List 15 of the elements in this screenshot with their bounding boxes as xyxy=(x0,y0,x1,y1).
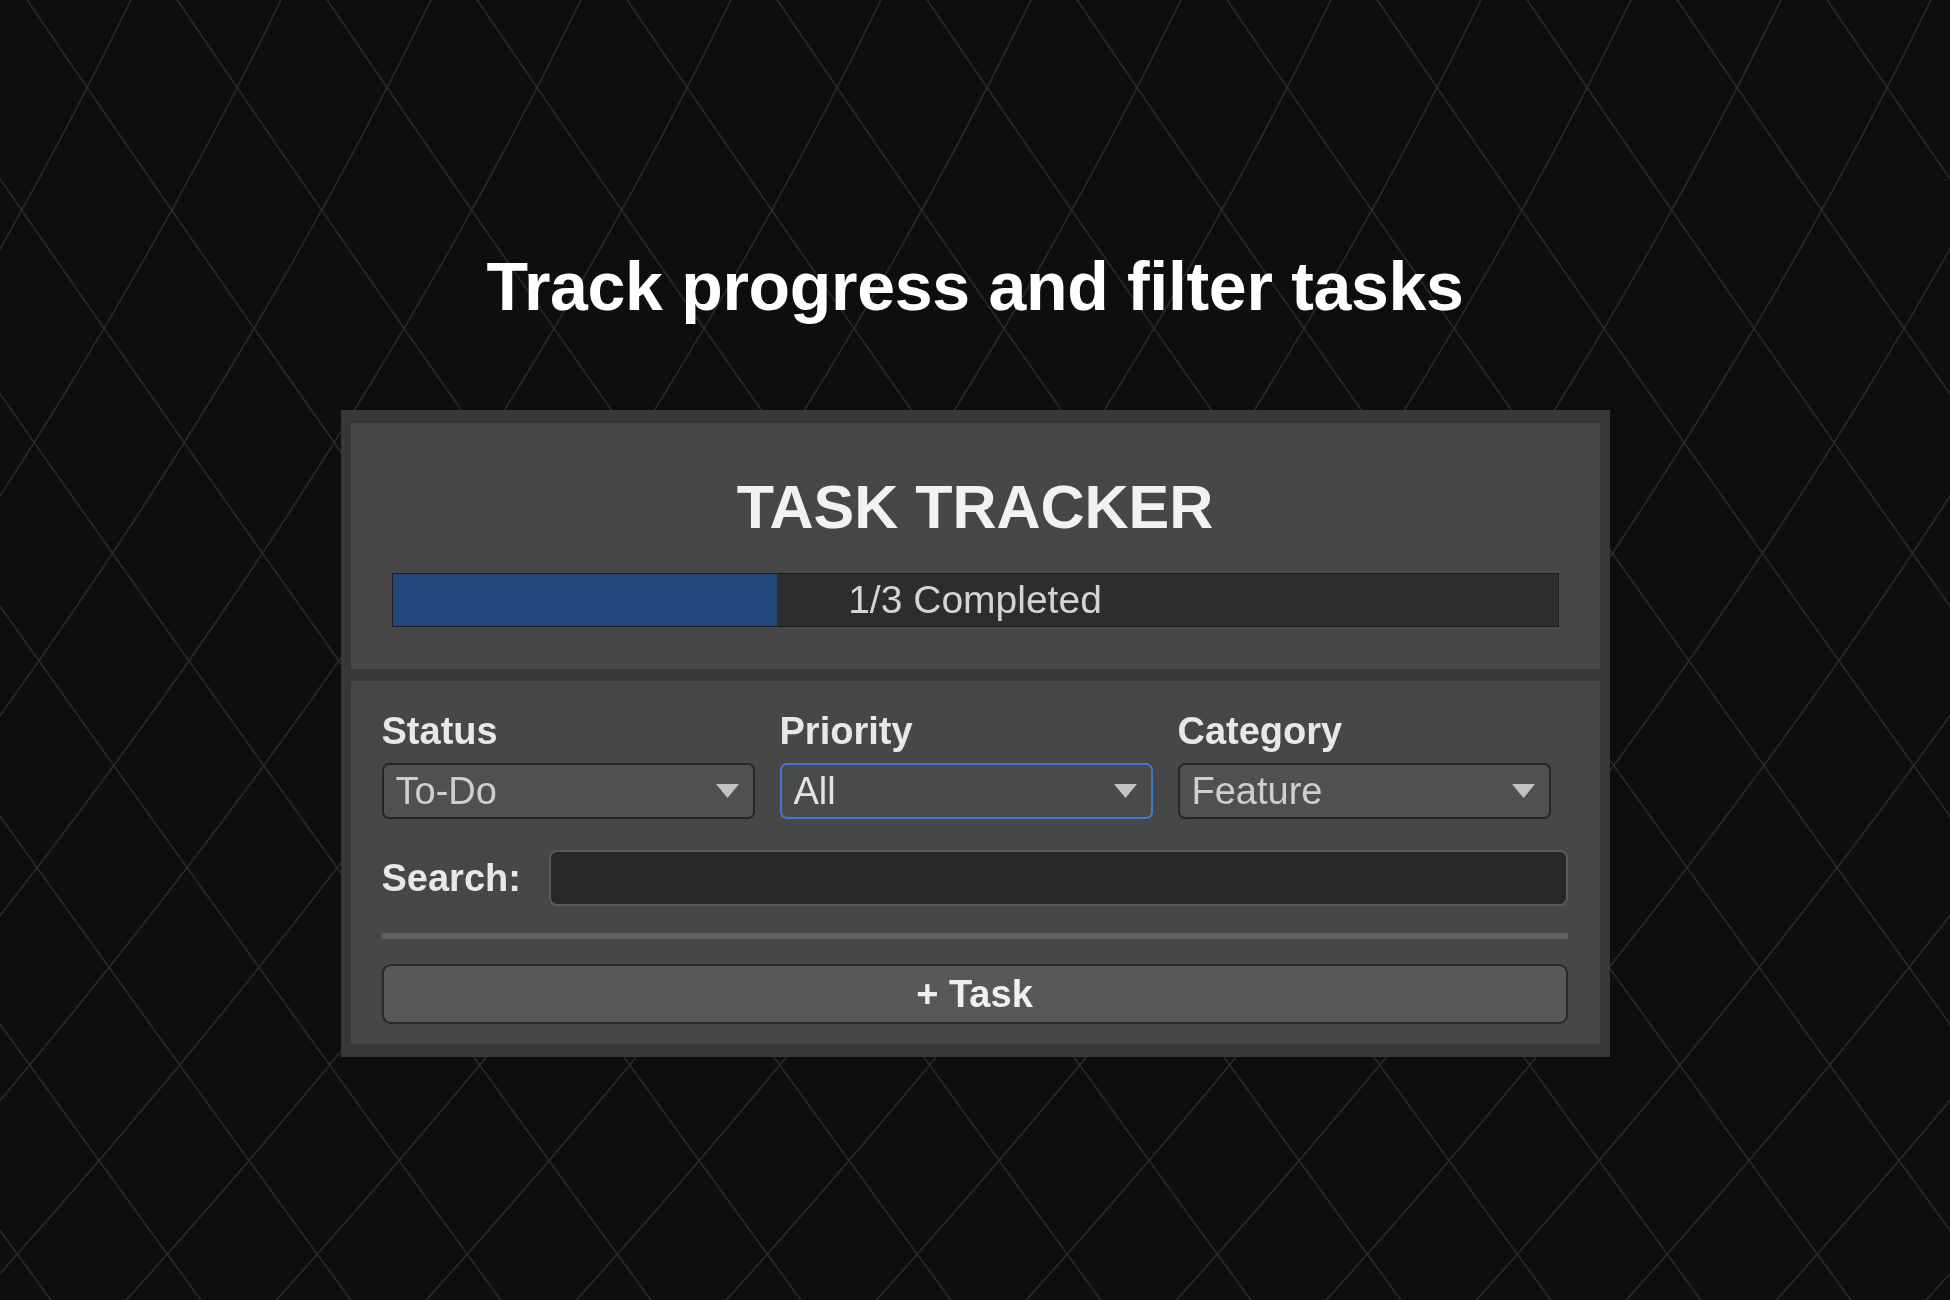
headline: Track progress and filter tasks xyxy=(486,248,1464,324)
search-field[interactable] xyxy=(548,850,1568,906)
filter-label: Category xyxy=(1177,709,1343,753)
caret-icon xyxy=(715,784,739,798)
dropdown[interactable]: To-Do xyxy=(381,763,755,819)
progress-label: 1/3 Completed xyxy=(848,577,1102,623)
dropdown[interactable]: Feature xyxy=(1177,763,1551,819)
search-label: Search: xyxy=(381,856,521,900)
caret-icon xyxy=(1511,784,1535,798)
filter-label: Priority xyxy=(779,709,913,753)
filter-label: Status xyxy=(381,709,498,753)
caret-icon xyxy=(1113,784,1137,798)
add-task-button[interactable]: + Task xyxy=(381,964,1568,1024)
dropdown[interactable]: All xyxy=(779,763,1153,819)
panel-title: TASK TRACKER xyxy=(736,472,1214,542)
